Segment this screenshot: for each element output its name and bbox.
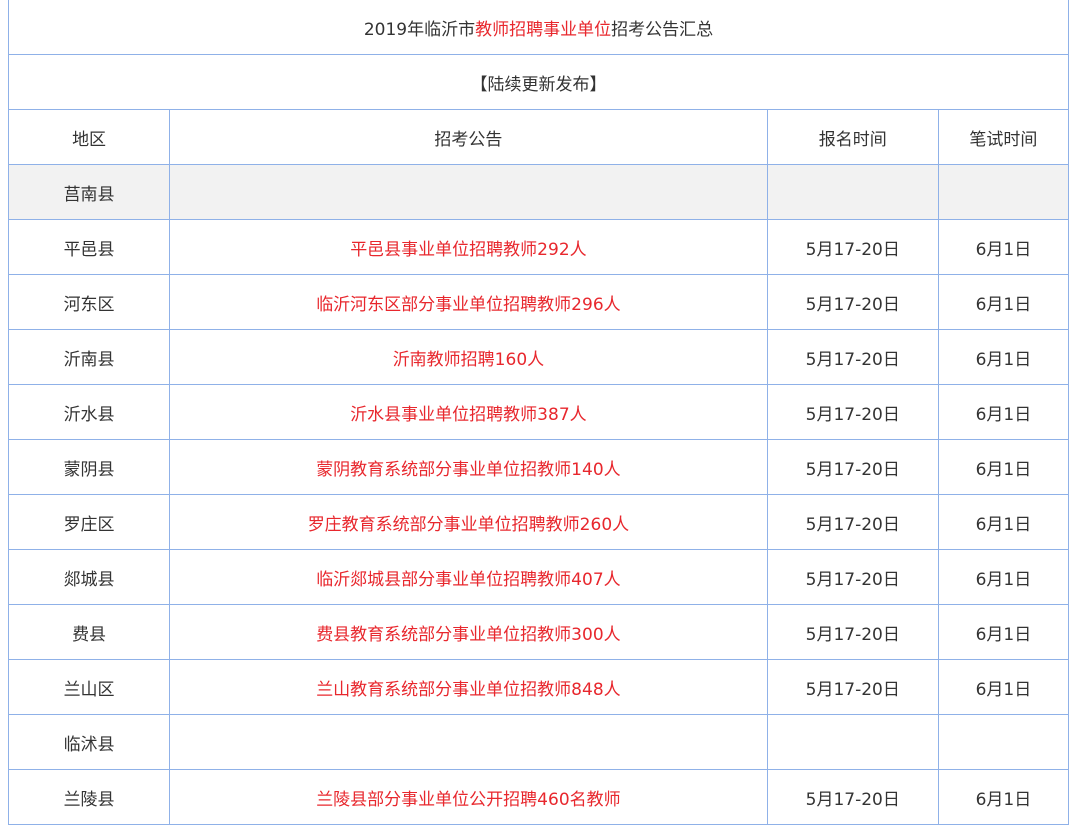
- exam-time-cell: 6月1日: [937, 659, 1070, 715]
- header-row: 地区 招考公告 报名时间 笔试时间: [7, 109, 1070, 165]
- region-cell: 临沭县: [7, 714, 171, 770]
- region-cell: 兰陵县: [7, 769, 171, 825]
- exam-time-cell: 6月1日: [937, 604, 1070, 660]
- region-cell: 郯城县: [7, 549, 171, 605]
- notice-cell: 罗庄教育系统部分事业单位招聘教师260人: [169, 494, 768, 550]
- notice-cell: 沂水县事业单位招聘教师387人: [169, 384, 768, 440]
- registration-time-cell: [766, 714, 939, 770]
- title-row: 2019年临沂市教师招聘事业单位招考公告汇总: [8, 0, 1069, 55]
- notice-cell: 平邑县事业单位招聘教师292人: [169, 219, 768, 275]
- region-cell: 蒙阴县: [7, 439, 171, 495]
- notice-cell: 沂南教师招聘160人: [169, 329, 768, 385]
- title-prefix: 2019年临沂市: [363, 19, 476, 40]
- registration-time-cell: 5月17-20日: [766, 274, 939, 330]
- notice-cell: [169, 714, 768, 770]
- notice-link[interactable]: 沂水县事业单位招聘教师387人: [350, 405, 586, 425]
- registration-time-cell: 5月17-20日: [766, 604, 939, 660]
- table-row: 郯城县 临沂郯城县部分事业单位招聘教师407人 5月17-20日 6月1日: [7, 549, 1070, 605]
- table-row: 平邑县 平邑县事业单位招聘教师292人 5月17-20日 6月1日: [7, 219, 1070, 275]
- notice-cell: 兰山教育系统部分事业单位招教师848人: [169, 659, 768, 715]
- table-subtitle: 【陆续更新发布】: [8, 54, 1069, 110]
- table-row: 罗庄区 罗庄教育系统部分事业单位招聘教师260人 5月17-20日 6月1日: [7, 494, 1070, 550]
- exam-time-cell: 6月1日: [937, 494, 1070, 550]
- notice-link[interactable]: 平邑县事业单位招聘教师292人: [350, 240, 586, 260]
- header-exam-time: 笔试时间: [937, 109, 1070, 165]
- region-cell: 费县: [7, 604, 171, 660]
- notice-cell: 临沂河东区部分事业单位招聘教师296人: [169, 274, 768, 330]
- region-cell: 兰山区: [7, 659, 171, 715]
- page: 2019年临沂市教师招聘事业单位招考公告汇总 【陆续更新发布】 地区 招考公告 …: [0, 0, 1080, 826]
- exam-time-cell: 6月1日: [937, 219, 1070, 275]
- registration-time-cell: 5月17-20日: [766, 384, 939, 440]
- notice-link[interactable]: 费县教育系统部分事业单位招教师300人: [316, 625, 620, 645]
- region-cell: 平邑县: [7, 219, 171, 275]
- notice-link[interactable]: 兰陵县部分事业单位公开招聘460名教师: [316, 790, 620, 810]
- header-region: 地区: [7, 109, 171, 165]
- registration-time-cell: 5月17-20日: [766, 329, 939, 385]
- table-row: 蒙阴县 蒙阴教育系统部分事业单位招教师140人 5月17-20日 6月1日: [7, 439, 1070, 495]
- region-cell: 河东区: [7, 274, 171, 330]
- exam-time-cell: 6月1日: [937, 769, 1070, 825]
- registration-time-cell: 5月17-20日: [766, 659, 939, 715]
- recruitment-summary-table: 2019年临沂市教师招聘事业单位招考公告汇总 【陆续更新发布】 地区 招考公告 …: [7, 0, 1070, 825]
- table-row: 沂水县 沂水县事业单位招聘教师387人 5月17-20日 6月1日: [7, 384, 1070, 440]
- region-cell: 罗庄区: [7, 494, 171, 550]
- table-row: 莒南县: [7, 164, 1070, 220]
- exam-time-cell: 6月1日: [937, 274, 1070, 330]
- registration-time-cell: 5月17-20日: [766, 439, 939, 495]
- table-row: 费县 费县教育系统部分事业单位招教师300人 5月17-20日 6月1日: [7, 604, 1070, 660]
- table-title: 2019年临沂市教师招聘事业单位招考公告汇总: [8, 0, 1069, 55]
- notice-link[interactable]: 罗庄教育系统部分事业单位招聘教师260人: [308, 515, 629, 535]
- header-registration-time: 报名时间: [766, 109, 939, 165]
- notice-link[interactable]: 兰山教育系统部分事业单位招教师848人: [316, 680, 620, 700]
- exam-time-cell: 6月1日: [937, 549, 1070, 605]
- table-row: 兰山区 兰山教育系统部分事业单位招教师848人 5月17-20日 6月1日: [7, 659, 1070, 715]
- title-suffix: 招考公告汇总: [611, 19, 714, 40]
- exam-time-cell: [937, 714, 1070, 770]
- region-cell: 沂水县: [7, 384, 171, 440]
- registration-time-cell: 5月17-20日: [766, 494, 939, 550]
- exam-time-cell: 6月1日: [937, 329, 1070, 385]
- table-row: 河东区 临沂河东区部分事业单位招聘教师296人 5月17-20日 6月1日: [7, 274, 1070, 330]
- exam-time-cell: 6月1日: [937, 384, 1070, 440]
- notice-cell: 兰陵县部分事业单位公开招聘460名教师: [169, 769, 768, 825]
- title-highlight: 教师招聘事业单位: [475, 19, 612, 40]
- notice-cell: 费县教育系统部分事业单位招教师300人: [169, 604, 768, 660]
- registration-time-cell: 5月17-20日: [766, 549, 939, 605]
- table-row: 临沭县: [7, 714, 1070, 770]
- exam-time-cell: 6月1日: [937, 439, 1070, 495]
- notice-cell: [169, 164, 768, 220]
- subtitle-row: 【陆续更新发布】: [8, 54, 1069, 110]
- registration-time-cell: 5月17-20日: [766, 769, 939, 825]
- table-row: 沂南县 沂南教师招聘160人 5月17-20日 6月1日: [7, 329, 1070, 385]
- notice-link[interactable]: 临沂河东区部分事业单位招聘教师296人: [316, 295, 620, 315]
- registration-time-cell: 5月17-20日: [766, 219, 939, 275]
- notice-link[interactable]: 蒙阴教育系统部分事业单位招教师140人: [316, 460, 620, 480]
- registration-time-cell: [766, 164, 939, 220]
- notice-cell: 蒙阴教育系统部分事业单位招教师140人: [169, 439, 768, 495]
- table-row: 兰陵县 兰陵县部分事业单位公开招聘460名教师 5月17-20日 6月1日: [7, 769, 1070, 825]
- region-cell: 沂南县: [7, 329, 171, 385]
- region-cell: 莒南县: [7, 164, 171, 220]
- notice-link[interactable]: 临沂郯城县部分事业单位招聘教师407人: [316, 570, 620, 590]
- notice-cell: 临沂郯城县部分事业单位招聘教师407人: [169, 549, 768, 605]
- exam-time-cell: [937, 164, 1070, 220]
- header-notice: 招考公告: [169, 109, 768, 165]
- notice-link[interactable]: 沂南教师招聘160人: [393, 350, 544, 370]
